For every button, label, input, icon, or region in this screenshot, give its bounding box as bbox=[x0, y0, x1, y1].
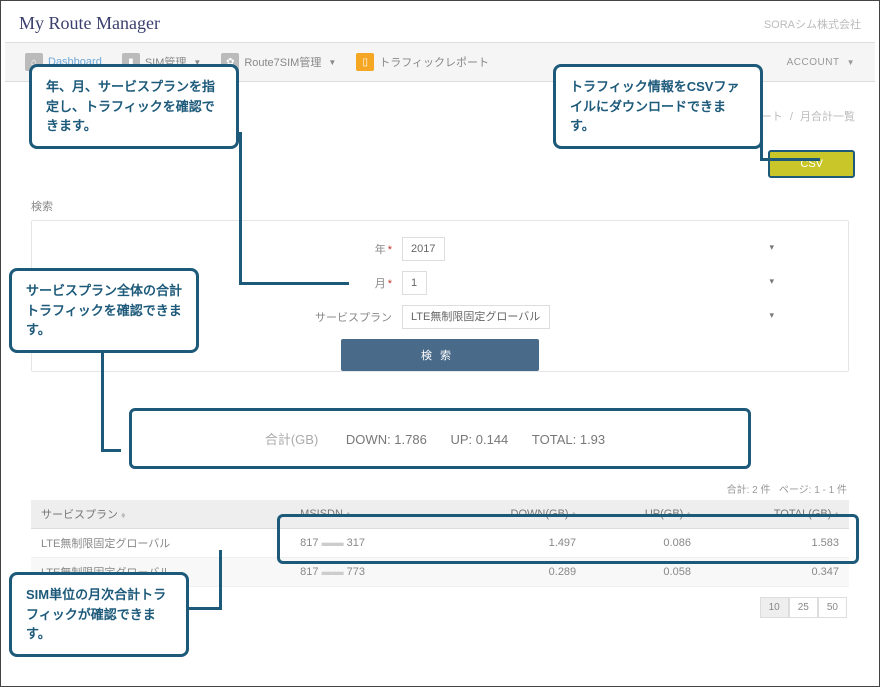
topbar: My Route Manager SORAシム株式会社 bbox=[5, 5, 875, 42]
nav-account-label: ACCOUNT bbox=[787, 57, 840, 68]
callout-filter: 年、月、サービスプランを指定し、トラフィックを確認できます。 bbox=[29, 64, 239, 149]
plan-label: サービスプラン bbox=[315, 312, 392, 324]
cell-total: 1.583 bbox=[701, 529, 849, 558]
year-select[interactable]: 2017 bbox=[402, 237, 445, 261]
col-down[interactable]: DOWN(GB)♦ bbox=[437, 500, 586, 529]
col-plan[interactable]: サービスプラン♦ bbox=[31, 500, 290, 529]
cell-up: 0.058 bbox=[586, 558, 701, 587]
cell-msisdn: 817 ▬▬ 317 bbox=[290, 529, 437, 558]
cell-plan: LTE無制限固定グローバル bbox=[31, 529, 290, 558]
company-name: SORAシム株式会社 bbox=[764, 16, 861, 32]
nav-account[interactable]: ACCOUNT ▼ bbox=[777, 51, 865, 74]
cell-up: 0.086 bbox=[586, 529, 701, 558]
row-count: 合計: 2 件 bbox=[727, 485, 771, 496]
table-row: LTE無制限固定グローバル 817 ▬▬ 317 1.497 0.086 1.5… bbox=[31, 529, 849, 558]
caret-down-icon: ▼ bbox=[847, 58, 855, 67]
csv-button[interactable]: CSV bbox=[768, 150, 855, 178]
callout-csv: トラフィック情報をCSVファイルにダウンロードできます。 bbox=[553, 64, 763, 149]
search-title: 検索 bbox=[31, 198, 849, 214]
cell-down: 1.497 bbox=[437, 529, 586, 558]
summary-total: TOTAL: 1.93 bbox=[532, 432, 605, 447]
page-size-10[interactable]: 10 bbox=[760, 597, 789, 618]
breadcrumb-page2: 月合計一覧 bbox=[800, 111, 855, 123]
cell-down: 0.289 bbox=[437, 558, 586, 587]
callout-summary: サービスプラン全体の合計トラフィックを確認できます。 bbox=[9, 268, 199, 353]
cell-msisdn: 817 ▬▬ 773 bbox=[290, 558, 437, 587]
page-size-25[interactable]: 25 bbox=[789, 597, 818, 618]
page-range: ページ: 1 - 1 件 bbox=[779, 485, 847, 496]
col-up[interactable]: UP(GB)♦ bbox=[586, 500, 701, 529]
summary-box: 合計(GB) DOWN: 1.786 UP: 0.144 TOTAL: 1.93 bbox=[129, 408, 751, 469]
table-meta: 合計: 2 件 ページ: 1 - 1 件 bbox=[19, 479, 861, 498]
nav-traffic-label: トラフィックレポート bbox=[379, 54, 489, 70]
year-label: 年 bbox=[375, 244, 386, 256]
content-area: ⌂ Home / トラフィックレポート / 月合計一覧 CSV 検索 年* 20… bbox=[5, 82, 875, 682]
nav-traffic[interactable]: ▯ トラフィックレポート bbox=[346, 47, 499, 77]
month-select[interactable]: 1 bbox=[402, 271, 427, 295]
summary-label: 合計(GB) bbox=[265, 432, 318, 447]
cell-total: 0.347 bbox=[701, 558, 849, 587]
callout-table: SIM単位の月次合計トラフィックが確認できます。 bbox=[9, 572, 189, 657]
chart-icon: ▯ bbox=[356, 53, 374, 71]
page-size-50[interactable]: 50 bbox=[818, 597, 847, 618]
summary-up: UP: 0.144 bbox=[450, 432, 508, 447]
summary-down: DOWN: 1.786 bbox=[346, 432, 427, 447]
col-total[interactable]: TOTAL(GB)♦ bbox=[701, 500, 849, 529]
month-label: 月 bbox=[375, 278, 386, 290]
nav-route7-label: Route7SIM管理 bbox=[244, 54, 321, 70]
col-msisdn[interactable]: MSISDN♦ bbox=[290, 500, 437, 529]
caret-down-icon: ▼ bbox=[328, 58, 336, 67]
plan-select[interactable]: LTE無制限固定グローバル bbox=[402, 305, 550, 329]
app-logo: My Route Manager bbox=[19, 13, 160, 34]
search-button[interactable]: 検索 bbox=[341, 339, 539, 371]
